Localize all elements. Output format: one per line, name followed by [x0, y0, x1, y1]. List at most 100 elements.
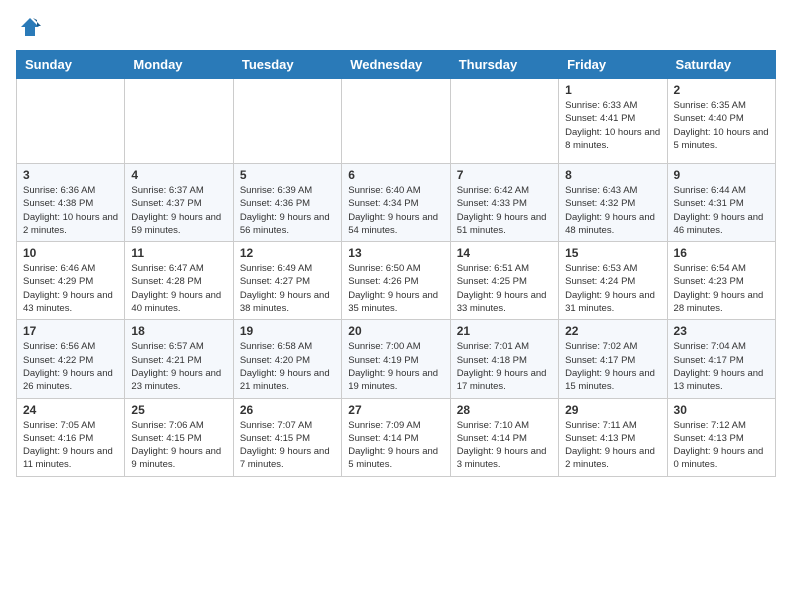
calendar-week-1: 1 Sunrise: 6:33 AM Sunset: 4:41 PM Daylig…	[17, 79, 776, 164]
calendar-cell	[233, 79, 341, 164]
day-info: Sunrise: 7:09 AM Sunset: 4:14 PM Dayligh…	[348, 419, 443, 472]
day-info: Sunrise: 6:43 AM Sunset: 4:32 PM Dayligh…	[565, 184, 660, 237]
day-info: Sunrise: 6:58 AM Sunset: 4:20 PM Dayligh…	[240, 340, 335, 393]
day-number: 12	[240, 246, 335, 260]
calendar-week-4: 17 Sunrise: 6:56 AM Sunset: 4:22 PM Dayli…	[17, 320, 776, 398]
day-number: 19	[240, 324, 335, 338]
day-info: Sunrise: 7:01 AM Sunset: 4:18 PM Dayligh…	[457, 340, 552, 393]
day-number: 30	[674, 403, 769, 417]
day-number: 5	[240, 168, 335, 182]
calendar-week-3: 10 Sunrise: 6:46 AM Sunset: 4:29 PM Dayli…	[17, 242, 776, 320]
calendar-cell: 30 Sunrise: 7:12 AM Sunset: 4:13 PM Dayli…	[667, 398, 775, 476]
day-number: 23	[674, 324, 769, 338]
day-info: Sunrise: 6:39 AM Sunset: 4:36 PM Dayligh…	[240, 184, 335, 237]
calendar-cell: 23 Sunrise: 7:04 AM Sunset: 4:17 PM Dayli…	[667, 320, 775, 398]
day-number: 2	[674, 83, 769, 97]
day-number: 1	[565, 83, 660, 97]
calendar-week-5: 24 Sunrise: 7:05 AM Sunset: 4:16 PM Dayli…	[17, 398, 776, 476]
day-info: Sunrise: 7:10 AM Sunset: 4:14 PM Dayligh…	[457, 419, 552, 472]
calendar-cell: 27 Sunrise: 7:09 AM Sunset: 4:14 PM Dayli…	[342, 398, 450, 476]
day-info: Sunrise: 7:05 AM Sunset: 4:16 PM Dayligh…	[23, 419, 118, 472]
day-info: Sunrise: 6:53 AM Sunset: 4:24 PM Dayligh…	[565, 262, 660, 315]
calendar-cell: 26 Sunrise: 7:07 AM Sunset: 4:15 PM Dayli…	[233, 398, 341, 476]
calendar-cell: 19 Sunrise: 6:58 AM Sunset: 4:20 PM Dayli…	[233, 320, 341, 398]
calendar-header-tuesday: Tuesday	[233, 51, 341, 79]
calendar-cell: 4 Sunrise: 6:37 AM Sunset: 4:37 PM Daylig…	[125, 164, 233, 242]
day-info: Sunrise: 7:12 AM Sunset: 4:13 PM Dayligh…	[674, 419, 769, 472]
calendar-cell: 22 Sunrise: 7:02 AM Sunset: 4:17 PM Dayli…	[559, 320, 667, 398]
day-info: Sunrise: 7:04 AM Sunset: 4:17 PM Dayligh…	[674, 340, 769, 393]
calendar-cell: 5 Sunrise: 6:39 AM Sunset: 4:36 PM Daylig…	[233, 164, 341, 242]
calendar-header-monday: Monday	[125, 51, 233, 79]
day-info: Sunrise: 6:46 AM Sunset: 4:29 PM Dayligh…	[23, 262, 118, 315]
calendar-cell: 1 Sunrise: 6:33 AM Sunset: 4:41 PM Daylig…	[559, 79, 667, 164]
calendar-cell: 20Sunrise: 7:00 AM Sunset: 4:19 PM Dayli…	[342, 320, 450, 398]
day-info: Sunrise: 6:56 AM Sunset: 4:22 PM Dayligh…	[23, 340, 118, 393]
day-number: 26	[240, 403, 335, 417]
calendar-cell: 29 Sunrise: 7:11 AM Sunset: 4:13 PM Dayli…	[559, 398, 667, 476]
day-number: 29	[565, 403, 660, 417]
calendar-cell: 25 Sunrise: 7:06 AM Sunset: 4:15 PM Dayli…	[125, 398, 233, 476]
calendar-cell: 18 Sunrise: 6:57 AM Sunset: 4:21 PM Dayli…	[125, 320, 233, 398]
calendar-cell: 24 Sunrise: 7:05 AM Sunset: 4:16 PM Dayli…	[17, 398, 125, 476]
day-number: 28	[457, 403, 552, 417]
calendar-cell: 28 Sunrise: 7:10 AM Sunset: 4:14 PM Dayli…	[450, 398, 558, 476]
day-info: Sunrise: 6:47 AM Sunset: 4:28 PM Dayligh…	[131, 262, 226, 315]
day-info: Sunrise: 6:40 AM Sunset: 4:34 PM Dayligh…	[348, 184, 443, 237]
calendar-cell: 3Sunrise: 6:36 AM Sunset: 4:38 PM Daylig…	[17, 164, 125, 242]
day-number: 21	[457, 324, 552, 338]
day-number: 3	[23, 168, 118, 182]
calendar-header-saturday: Saturday	[667, 51, 775, 79]
day-number: 27	[348, 403, 443, 417]
day-number: 14	[457, 246, 552, 260]
day-number: 10	[23, 246, 118, 260]
logo	[16, 16, 44, 38]
calendar-cell: 14 Sunrise: 6:51 AM Sunset: 4:25 PM Dayli…	[450, 242, 558, 320]
day-number: 9	[674, 168, 769, 182]
calendar: SundayMondayTuesdayWednesdayThursdayFrid…	[16, 50, 776, 477]
day-info: Sunrise: 7:07 AM Sunset: 4:15 PM Dayligh…	[240, 419, 335, 472]
calendar-cell	[17, 79, 125, 164]
calendar-cell	[125, 79, 233, 164]
day-info: Sunrise: 6:42 AM Sunset: 4:33 PM Dayligh…	[457, 184, 552, 237]
day-info: Sunrise: 6:51 AM Sunset: 4:25 PM Dayligh…	[457, 262, 552, 315]
page-header	[16, 16, 776, 38]
day-info: Sunrise: 6:57 AM Sunset: 4:21 PM Dayligh…	[131, 340, 226, 393]
calendar-header-friday: Friday	[559, 51, 667, 79]
day-info: Sunrise: 6:50 AM Sunset: 4:26 PM Dayligh…	[348, 262, 443, 315]
day-number: 6	[348, 168, 443, 182]
day-info: Sunrise: 7:02 AM Sunset: 4:17 PM Dayligh…	[565, 340, 660, 393]
day-number: 8	[565, 168, 660, 182]
calendar-cell: 9 Sunrise: 6:44 AM Sunset: 4:31 PM Daylig…	[667, 164, 775, 242]
day-info: Sunrise: 7:06 AM Sunset: 4:15 PM Dayligh…	[131, 419, 226, 472]
day-number: 24	[23, 403, 118, 417]
day-number: 16	[674, 246, 769, 260]
calendar-header-sunday: Sunday	[17, 51, 125, 79]
calendar-cell: 21 Sunrise: 7:01 AM Sunset: 4:18 PM Dayli…	[450, 320, 558, 398]
day-number: 13	[348, 246, 443, 260]
calendar-cell: 17 Sunrise: 6:56 AM Sunset: 4:22 PM Dayli…	[17, 320, 125, 398]
calendar-cell: 11 Sunrise: 6:47 AM Sunset: 4:28 PM Dayli…	[125, 242, 233, 320]
day-number: 7	[457, 168, 552, 182]
calendar-cell: 6 Sunrise: 6:40 AM Sunset: 4:34 PM Daylig…	[342, 164, 450, 242]
day-info: Sunrise: 6:33 AM Sunset: 4:41 PM Dayligh…	[565, 99, 660, 152]
day-info: Sunrise: 6:44 AM Sunset: 4:31 PM Dayligh…	[674, 184, 769, 237]
calendar-cell: 2Sunrise: 6:35 AM Sunset: 4:40 PM Daylig…	[667, 79, 775, 164]
day-number: 22	[565, 324, 660, 338]
day-number: 4	[131, 168, 226, 182]
calendar-header-row: SundayMondayTuesdayWednesdayThursdayFrid…	[17, 51, 776, 79]
calendar-cell: 16Sunrise: 6:54 AM Sunset: 4:23 PM Dayli…	[667, 242, 775, 320]
calendar-header-thursday: Thursday	[450, 51, 558, 79]
day-info: Sunrise: 6:37 AM Sunset: 4:37 PM Dayligh…	[131, 184, 226, 237]
day-number: 11	[131, 246, 226, 260]
calendar-week-2: 3Sunrise: 6:36 AM Sunset: 4:38 PM Daylig…	[17, 164, 776, 242]
day-number: 25	[131, 403, 226, 417]
day-number: 20	[348, 324, 443, 338]
day-number: 17	[23, 324, 118, 338]
calendar-cell: 12 Sunrise: 6:49 AM Sunset: 4:27 PM Dayli…	[233, 242, 341, 320]
day-info: Sunrise: 7:11 AM Sunset: 4:13 PM Dayligh…	[565, 419, 660, 472]
day-number: 15	[565, 246, 660, 260]
calendar-cell: 13 Sunrise: 6:50 AM Sunset: 4:26 PM Dayli…	[342, 242, 450, 320]
day-number: 18	[131, 324, 226, 338]
day-info: Sunrise: 6:49 AM Sunset: 4:27 PM Dayligh…	[240, 262, 335, 315]
